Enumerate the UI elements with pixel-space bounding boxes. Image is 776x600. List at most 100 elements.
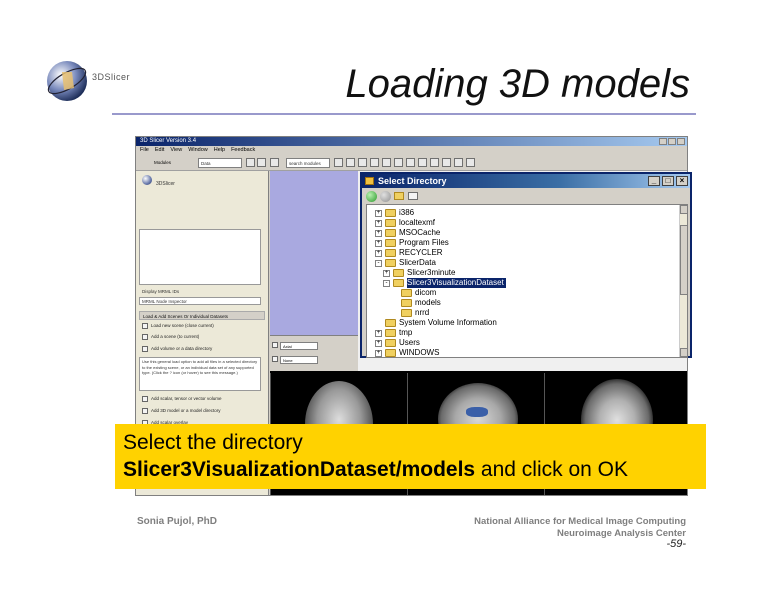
tree-scrollbar[interactable] bbox=[679, 205, 687, 357]
add-data-row[interactable]: Add volume or a data directory bbox=[142, 345, 212, 353]
slice-orientation-select[interactable]: Axial bbox=[280, 342, 318, 350]
tree-item[interactable]: + i386 bbox=[375, 208, 414, 218]
add-scene-icon bbox=[142, 334, 148, 340]
tree-item[interactable]: + tmp bbox=[375, 328, 412, 338]
layout-icon-10[interactable] bbox=[442, 158, 451, 167]
layout-icon-9[interactable] bbox=[430, 158, 439, 167]
folder-icon bbox=[401, 299, 412, 307]
expand-icon[interactable]: + bbox=[383, 269, 390, 277]
instruction-callout: Select the directory Slicer3Visualizatio… bbox=[115, 424, 706, 489]
mini-logo-text: 3DSlicer bbox=[156, 181, 175, 187]
mrml-tree-view[interactable] bbox=[139, 229, 261, 285]
dialog-toolbar bbox=[362, 188, 690, 204]
tree-item[interactable]: nrrd bbox=[401, 308, 429, 318]
menu-window[interactable]: Window bbox=[188, 146, 208, 155]
title-divider bbox=[112, 113, 696, 115]
dialog-close-button[interactable]: × bbox=[676, 176, 688, 186]
new-folder-icon[interactable] bbox=[408, 192, 418, 200]
add-scene-label: Add a scene (to current) bbox=[151, 334, 200, 339]
tree-item-selected[interactable]: - Slicer3VisualizationDataset bbox=[383, 278, 679, 288]
prev-module-icon[interactable] bbox=[246, 158, 255, 167]
layout-icon-8[interactable] bbox=[418, 158, 427, 167]
tree-item[interactable]: + Users bbox=[375, 338, 420, 348]
3d-view[interactable] bbox=[270, 171, 358, 335]
layout-icon-3[interactable] bbox=[358, 158, 367, 167]
tree-item-models[interactable]: models bbox=[401, 298, 441, 308]
load-section-header[interactable]: Load & Add Scenes Or Individual Datasets bbox=[139, 311, 265, 320]
dialog-minimize-button[interactable]: _ bbox=[648, 176, 660, 186]
minimize-button[interactable] bbox=[659, 138, 667, 145]
tree-item[interactable]: + localtexmf bbox=[375, 218, 435, 228]
scroll-down-icon[interactable] bbox=[680, 348, 687, 357]
tree-item-label: Users bbox=[399, 338, 420, 347]
tree-item[interactable]: - SlicerData bbox=[375, 258, 436, 268]
dialog-maximize-button[interactable]: □ bbox=[662, 176, 674, 186]
layout-icon-4[interactable] bbox=[370, 158, 379, 167]
layout-icon-11[interactable] bbox=[454, 158, 463, 167]
tree-item-label: Program Files bbox=[399, 238, 449, 247]
add-volume-row[interactable]: Add scalar, tensor or vector volume bbox=[142, 395, 222, 403]
menu-help[interactable]: Help bbox=[214, 146, 225, 155]
folder-icon bbox=[385, 219, 396, 227]
layout-icon-5[interactable] bbox=[382, 158, 391, 167]
tree-item[interactable]: dicom bbox=[401, 288, 436, 298]
tree-item-label: nrrd bbox=[415, 308, 430, 317]
directory-tree[interactable]: + i386 + localtexmf + MSOCache + Program… bbox=[366, 204, 688, 358]
forward-icon[interactable] bbox=[380, 191, 391, 202]
ventricle-marker bbox=[466, 407, 488, 417]
tree-item[interactable]: + Program Files bbox=[375, 238, 449, 248]
expand-icon[interactable]: + bbox=[375, 339, 382, 347]
expand-icon[interactable]: + bbox=[375, 239, 382, 247]
close-button[interactable] bbox=[677, 138, 685, 145]
page-number: -59- bbox=[666, 538, 686, 550]
layout-icon-2[interactable] bbox=[346, 158, 355, 167]
folder-icon bbox=[385, 329, 396, 337]
menu-view[interactable]: View bbox=[170, 146, 182, 155]
layout-icon-12[interactable] bbox=[466, 158, 475, 167]
add-data-icon bbox=[142, 346, 148, 352]
add-model-label: Add 3D model or a model directory bbox=[151, 408, 221, 413]
menu-file[interactable]: File bbox=[140, 146, 149, 155]
collapse-icon[interactable]: - bbox=[375, 259, 382, 267]
expand-icon[interactable]: + bbox=[375, 329, 382, 337]
module-select[interactable]: Data bbox=[198, 158, 242, 168]
next-module-icon[interactable] bbox=[257, 158, 266, 167]
folder-icon bbox=[385, 229, 396, 237]
collapse-icon[interactable]: - bbox=[383, 279, 390, 287]
expand-icon[interactable]: + bbox=[375, 229, 382, 237]
callout-line2: Slicer3VisualizationDataset/models and c… bbox=[123, 456, 698, 483]
add-scene-row[interactable]: Add a scene (to current) bbox=[142, 333, 199, 341]
slice-volume-select[interactable]: None bbox=[280, 356, 318, 364]
callout-line1: Select the directory bbox=[123, 431, 303, 454]
folder-icon bbox=[393, 269, 404, 277]
tree-item-label: SlicerData bbox=[399, 258, 436, 267]
layout-icon-6[interactable] bbox=[394, 158, 403, 167]
tree-item-label: Slicer3VisualizationDataset bbox=[407, 278, 506, 288]
expand-icon[interactable]: + bbox=[375, 209, 382, 217]
menu-feedback[interactable]: Feedback bbox=[231, 146, 255, 155]
tree-item[interactable]: + MSOCache bbox=[375, 228, 440, 238]
layout-icon-7[interactable] bbox=[406, 158, 415, 167]
tree-item[interactable]: + RECYCLER bbox=[375, 248, 443, 258]
tree-item[interactable]: + WINDOWS bbox=[375, 348, 439, 357]
layout-icon[interactable] bbox=[334, 158, 343, 167]
tree-item[interactable]: + Slicer3minute bbox=[383, 268, 455, 278]
tree-item[interactable]: System Volume Information bbox=[385, 318, 497, 328]
scroll-thumb[interactable] bbox=[680, 225, 687, 295]
load-scene-row[interactable]: Load new scene (close current) bbox=[142, 322, 214, 330]
search-modules-input[interactable]: search modules bbox=[286, 158, 330, 168]
back-icon[interactable] bbox=[366, 191, 377, 202]
home-icon[interactable] bbox=[270, 158, 279, 167]
up-folder-icon[interactable] bbox=[394, 192, 404, 200]
maximize-button[interactable] bbox=[668, 138, 676, 145]
expand-icon[interactable]: + bbox=[375, 219, 382, 227]
add-model-row[interactable]: Add 3D model or a model directory bbox=[142, 407, 221, 415]
display-mrml-checkbox[interactable]: Display MRML IDs bbox=[142, 289, 179, 294]
mrml-node-select[interactable]: MRML Node Inspector bbox=[139, 297, 261, 305]
scroll-up-icon[interactable] bbox=[680, 205, 687, 214]
callout-path: Slicer3VisualizationDataset/models bbox=[123, 458, 476, 481]
expand-icon[interactable]: + bbox=[375, 349, 382, 357]
expand-icon[interactable]: + bbox=[375, 249, 382, 257]
app-menubar: File Edit View Window Help Feedback bbox=[136, 146, 687, 155]
menu-edit[interactable]: Edit bbox=[155, 146, 164, 155]
